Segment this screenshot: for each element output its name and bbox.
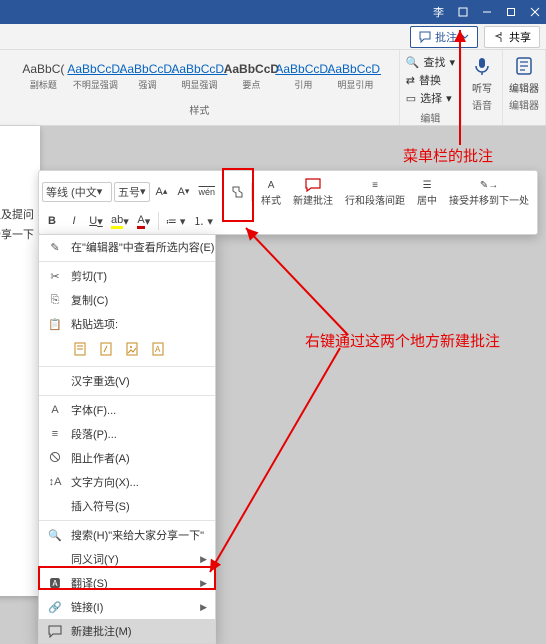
- font-color-button[interactable]: A ▾: [134, 211, 154, 231]
- cm-link[interactable]: 🔗链接(I)▶: [39, 595, 215, 619]
- cm-paragraph[interactable]: ≡段落(P)...: [39, 422, 215, 446]
- comments-button-label: 批注: [435, 29, 457, 45]
- shrink-font-button[interactable]: A▾: [174, 182, 194, 202]
- style-gallery-item[interactable]: AaBbC(副标题: [17, 52, 69, 100]
- styles-group-label: 样式: [189, 102, 209, 117]
- page-text-line: 以及提问: [0, 206, 34, 222]
- font-size-selector[interactable]: 五号 ▾: [114, 182, 150, 202]
- voice-group-label: 语音: [472, 97, 492, 112]
- cm-cut[interactable]: ✂剪切(T): [39, 264, 215, 288]
- cm-synonyms[interactable]: 同义词(Y)▶: [39, 547, 215, 571]
- bullets-button[interactable]: ≔ ▾: [163, 211, 189, 231]
- cm-search-selection[interactable]: 🔍搜索(H)"来给大家分享一下": [39, 523, 215, 547]
- dictate-label: 听写: [472, 80, 492, 95]
- editing-group: 🔍 查找 ▾ ⇄ 替换 ▭ 选择 ▾ 编辑: [400, 50, 462, 125]
- comments-button[interactable]: 批注: [410, 26, 478, 48]
- cm-block-authors[interactable]: 🛇阻止作者(A): [39, 446, 215, 470]
- format-painter-button[interactable]: [227, 182, 247, 202]
- line-spacing-button[interactable]: ≡行和段落间距: [340, 174, 410, 209]
- find-button[interactable]: 🔍 查找 ▾: [406, 54, 455, 70]
- voice-group: 听写 语音: [462, 50, 503, 125]
- editor-group: 编辑器 编辑器: [503, 50, 546, 125]
- font-family-selector[interactable]: 等线 (中文 ▾: [42, 182, 112, 202]
- context-menu: ✎在"编辑器"中查看所选内容(E) ✂剪切(T) ⎘复制(C) 📋粘贴选项: A…: [38, 234, 216, 644]
- editor-group-label: 编辑器: [509, 97, 539, 112]
- grow-font-button[interactable]: A▴: [152, 182, 172, 202]
- style-gallery-item[interactable]: AaBbCcD.引用: [277, 52, 329, 100]
- cm-translate[interactable]: 🅰翻译(S)▶: [39, 571, 215, 595]
- bold-button[interactable]: B: [42, 211, 62, 231]
- style-gallery-item[interactable]: AaBbCcD.明显强调: [173, 52, 225, 100]
- ribbon: AaBbC(副标题AaBbCcD.不明显强调AaBbCcD.强调AaBbCcD.…: [0, 50, 546, 126]
- share-button-label: 共享: [509, 29, 531, 45]
- annotation-text-top: 菜单栏的批注: [403, 145, 493, 166]
- underline-button[interactable]: U ▾: [86, 211, 106, 231]
- italic-button[interactable]: I: [64, 211, 84, 231]
- share-button[interactable]: 共享: [484, 26, 540, 48]
- dictate-button[interactable]: [468, 52, 496, 80]
- styles-gallery[interactable]: AaBbC(副标题AaBbCcD.不明显强调AaBbCcD.强调AaBbCcD.…: [17, 52, 381, 100]
- mini-toolbar: 等线 (中文 ▾ 五号 ▾ A▴ A▾ wén A样式 新建批注 ≡行和段落间距…: [38, 170, 538, 235]
- replace-button[interactable]: ⇄ 替换: [406, 72, 441, 88]
- paste-keep-source-icon[interactable]: [69, 338, 91, 360]
- paste-picture-icon[interactable]: [121, 338, 143, 360]
- highlight-color-button[interactable]: ab ▾: [108, 211, 132, 231]
- editor-button[interactable]: [510, 52, 538, 80]
- accept-and-next-button[interactable]: ✎→接受并移到下一处: [444, 174, 534, 209]
- style-gallery-item[interactable]: AaBbCcD.强调: [121, 52, 173, 100]
- user-label: 李: [433, 4, 444, 20]
- cm-font[interactable]: A字体(F)...: [39, 398, 215, 422]
- paste-merge-icon[interactable]: [95, 338, 117, 360]
- cm-text-direction[interactable]: ↕A文字方向(X)...: [39, 470, 215, 494]
- cm-new-comment[interactable]: 新建批注(M): [39, 619, 215, 643]
- style-gallery-item[interactable]: AaBbCcD要点: [225, 52, 277, 100]
- cm-search-editor[interactable]: ✎在"编辑器"中查看所选内容(E): [39, 235, 215, 259]
- document-page[interactable]: 以及提问 给大家分享一下: [0, 126, 40, 596]
- titlebar: 李: [0, 0, 546, 24]
- align-center-button[interactable]: ☰居中: [412, 174, 442, 209]
- cm-paste-options-label: 📋粘贴选项:: [39, 312, 215, 336]
- editor-label: 编辑器: [509, 80, 539, 95]
- style-gallery-item[interactable]: AaBbCcD.不明显强调: [69, 52, 121, 100]
- ribbon-header: 批注 共享: [0, 24, 546, 50]
- styles-group: AaBbC(副标题AaBbCcD.不明显强调AaBbCcD.强调AaBbCcD.…: [0, 50, 400, 125]
- numbering-button[interactable]: ⒈ ▾: [190, 211, 216, 231]
- cm-copy[interactable]: ⎘复制(C): [39, 288, 215, 312]
- page-text-line: 给大家分享一下: [0, 226, 34, 242]
- editing-group-label: 编辑: [420, 110, 440, 125]
- minimize-icon[interactable]: [482, 7, 492, 17]
- paste-text-only-icon[interactable]: A: [147, 338, 169, 360]
- cm-insert-symbol[interactable]: 插入符号(S): [39, 494, 215, 518]
- style-gallery-item[interactable]: AaBbCcD.明显引用: [329, 52, 381, 100]
- cm-hanzi-reselect[interactable]: 汉字重选(V): [39, 369, 215, 393]
- select-button[interactable]: ▭ 选择 ▾: [406, 90, 452, 106]
- annotation-text-right: 右键通过这两个地方新建批注: [305, 330, 500, 351]
- new-comment-button[interactable]: 新建批注: [288, 174, 338, 209]
- cm-paste-options: A: [39, 336, 215, 364]
- phonetic-guide-button[interactable]: wén: [196, 182, 219, 202]
- svg-text:A: A: [155, 345, 161, 354]
- styles-dropdown-button[interactable]: A样式: [256, 174, 286, 209]
- window-layout-icon[interactable]: [458, 7, 468, 17]
- close-icon[interactable]: [530, 7, 540, 17]
- maximize-icon[interactable]: [506, 7, 516, 17]
